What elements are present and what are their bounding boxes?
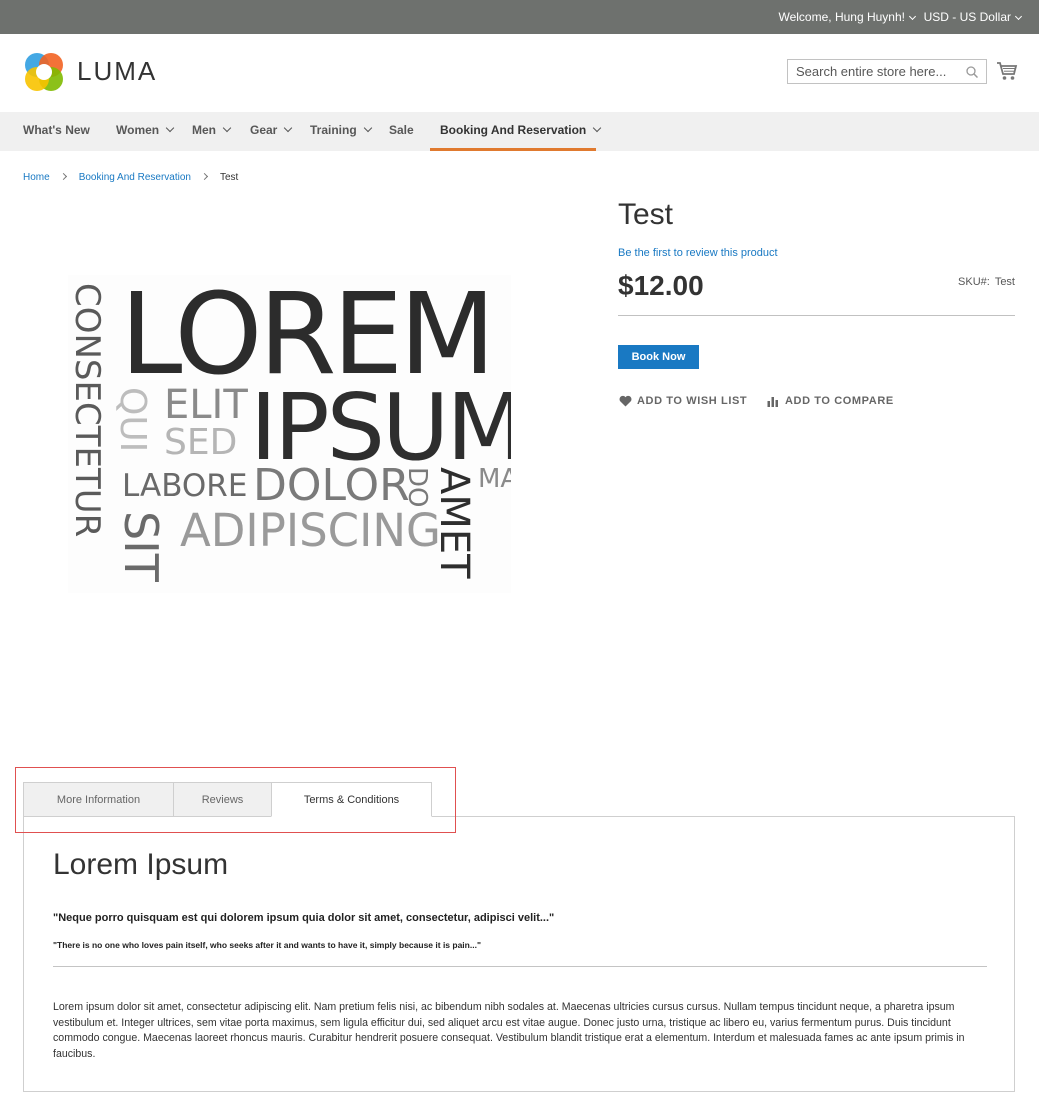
nav-gear[interactable]: Gear	[250, 112, 293, 151]
review-link[interactable]: Be the first to review this product	[618, 247, 778, 259]
breadcrumb: Home Booking And Reservation Test	[23, 172, 238, 183]
nav-label: Men	[192, 123, 216, 137]
chevron-down-icon	[165, 123, 175, 133]
add-to-wishlist-link[interactable]: ADD TO WISH LIST	[619, 395, 747, 407]
sku: SKU#: Test	[958, 276, 1015, 288]
chevron-down-icon	[284, 123, 293, 133]
word-labore: LABORE	[122, 468, 248, 504]
currency-text: USD - US Dollar	[923, 10, 1011, 24]
sku-label: SKU#:	[958, 276, 990, 288]
word-qui: QUI	[112, 387, 153, 453]
nav-sale[interactable]: Sale	[389, 112, 414, 151]
tab-label: Reviews	[201, 794, 244, 806]
word-sed: SED	[164, 422, 238, 463]
logo-text[interactable]: LUMA	[77, 56, 157, 87]
add-to-compare-link[interactable]: ADD TO COMPARE	[767, 395, 894, 407]
nav-whats-new[interactable]: What's New	[23, 112, 90, 151]
search-input[interactable]	[788, 60, 958, 83]
tab-label: More Information	[56, 794, 141, 806]
nav-women[interactable]: Women	[116, 112, 175, 151]
word-elit: ELIT	[164, 382, 248, 428]
chevron-down-icon	[908, 12, 917, 21]
product-price: $12.00	[618, 270, 704, 301]
word-dolor: DOLOR	[253, 460, 410, 511]
sku-value: Test	[994, 276, 1015, 288]
nav-label: What's New	[23, 123, 90, 137]
currency-switcher[interactable]: USD - US Dollar	[923, 10, 1023, 24]
product-title: Test	[618, 198, 674, 231]
chevron-down-icon	[222, 123, 232, 133]
word-do: DO	[402, 467, 432, 508]
tab-terms-and-conditions[interactable]: Terms & Conditions	[271, 782, 432, 817]
wishlist-label: ADD TO WISH LIST	[637, 395, 748, 407]
chevron-down-icon	[363, 123, 372, 133]
panel-body-text: Lorem ipsum dolor sit amet, consectetur …	[53, 1001, 965, 1060]
chevron-down-icon	[593, 123, 602, 133]
word-consectetur: CONSECTETUR	[68, 283, 107, 538]
chevron-down-icon	[1014, 12, 1023, 21]
breadcrumb-home[interactable]: Home	[23, 172, 50, 183]
nav-label: Women	[116, 123, 160, 137]
panel-quote-1: "Neque porro quisquam est qui dolorem ip…	[53, 912, 555, 924]
nav-label: Booking And Reservation	[440, 123, 587, 137]
tab-more-information[interactable]: More Information	[23, 782, 174, 817]
nav-training[interactable]: Training	[310, 112, 372, 151]
top-bar: Welcome, Hung Huynh! USD - US Dollar	[0, 0, 1039, 34]
breadcrumb-current: Test	[219, 172, 239, 183]
divider	[618, 315, 1015, 316]
welcome-menu[interactable]: Welcome, Hung Huynh!	[778, 10, 917, 24]
book-now-button[interactable]: Book Now	[618, 345, 699, 369]
tab-reviews[interactable]: Reviews	[173, 782, 272, 817]
main-nav: What's New Women Men Gear Training Sale …	[0, 112, 1039, 151]
chevron-right-icon	[200, 172, 209, 181]
word-adipiscing: ADIPISCING	[180, 504, 441, 557]
luma-logo-icon[interactable]	[23, 51, 65, 93]
breadcrumb-category[interactable]: Booking And Reservation	[79, 172, 191, 183]
product-image[interactable]: LOREM IPSUM CONSECTETUR QUI ELIT SED LAB…	[68, 275, 511, 593]
nav-men[interactable]: Men	[192, 112, 232, 151]
chevron-right-icon	[59, 172, 67, 181]
panel-divider	[53, 966, 987, 967]
compare-label: ADD TO COMPARE	[785, 395, 894, 407]
tab-panel-terms: Lorem Ipsum "Neque porro quisquam est qu…	[23, 816, 1015, 1092]
nav-label: Sale	[389, 123, 414, 137]
tab-label: Terms & Conditions	[303, 794, 400, 806]
search-icon[interactable]	[966, 66, 978, 78]
nav-label: Training	[310, 123, 357, 137]
welcome-text: Welcome, Hung Huynh!	[778, 10, 905, 24]
panel-heading: Lorem Ipsum	[53, 848, 229, 881]
compare-chart-icon	[767, 397, 778, 407]
cart-icon[interactable]	[996, 61, 1018, 81]
nav-booking-and-reservation[interactable]: Booking And Reservation	[430, 112, 602, 151]
heart-icon	[619, 395, 632, 407]
panel-quote-2: "There is no one who loves pain itself, …	[53, 940, 481, 950]
word-sit: SIT	[114, 511, 168, 582]
nav-label: Gear	[250, 123, 278, 137]
search-box	[787, 59, 987, 84]
word-ma: MA	[478, 464, 511, 494]
